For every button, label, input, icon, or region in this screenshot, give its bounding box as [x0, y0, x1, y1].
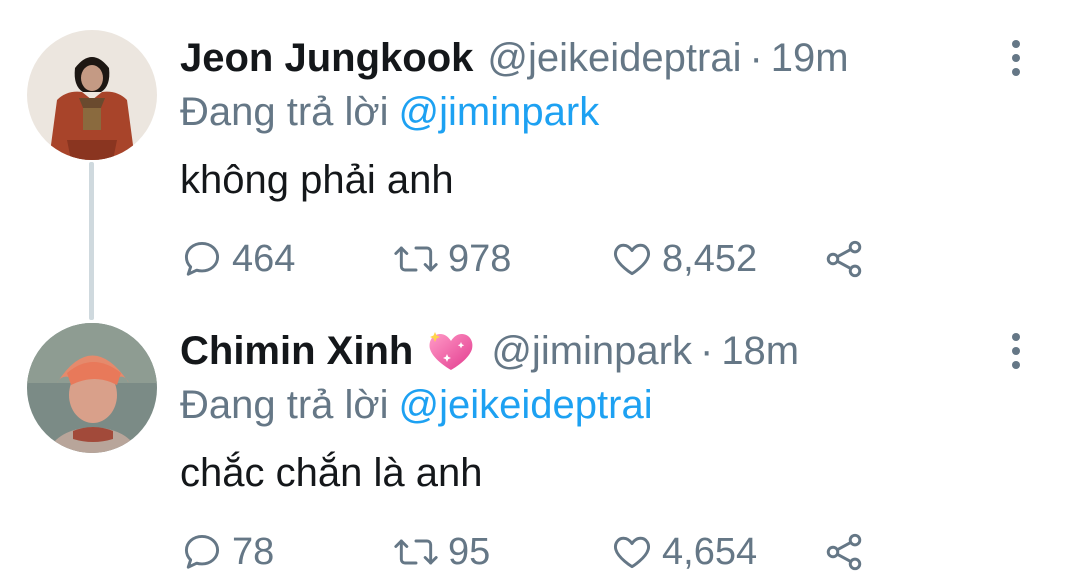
avatar-image-icon: [27, 30, 157, 160]
replying-prefix: Đang trả lời: [180, 383, 389, 427]
mention-link[interactable]: @jiminpark: [399, 90, 600, 134]
reply-button[interactable]: 464: [180, 234, 295, 284]
tweet-text: chắc chắn là anh: [180, 451, 483, 495]
tweet-actions: 78 95 4,654: [180, 527, 880, 577]
avatar[interactable]: [27, 30, 157, 160]
avatar-image-icon: [27, 323, 157, 453]
retweet-count: 95: [448, 530, 491, 573]
display-name[interactable]: Jeon Jungkook: [180, 28, 473, 88]
heart-icon: [614, 243, 650, 276]
reply-icon: [184, 534, 220, 569]
reply-count: 78: [232, 530, 275, 573]
user-handle[interactable]: @jiminpark: [491, 321, 692, 381]
retweet-button[interactable]: 978: [392, 234, 511, 284]
tweet-header: Jeon Jungkook @jeikeideptrai · 19m: [180, 28, 849, 88]
tweet[interactable]: Chimin Xinh @jiminpark · 18m Đang trả lờ…: [0, 293, 1080, 586]
tweet-text: không phải anh: [180, 158, 454, 202]
more-options-icon[interactable]: [1010, 40, 1022, 76]
like-count: 8,452: [662, 237, 758, 280]
tweet-header: Chimin Xinh @jiminpark · 18m: [180, 321, 799, 381]
share-button[interactable]: [822, 527, 866, 577]
retweet-count: 978: [448, 237, 512, 280]
mention-link[interactable]: @jeikeideptrai: [399, 383, 653, 427]
replying-to: Đang trả lời @jeikeideptrai: [180, 377, 653, 433]
share-icon: [826, 533, 862, 571]
like-count: 4,654: [662, 530, 758, 573]
like-button[interactable]: 8,452: [610, 234, 757, 284]
share-icon: [826, 240, 862, 278]
like-button[interactable]: 4,654: [610, 527, 757, 577]
reply-count: 464: [232, 237, 296, 280]
reply-icon: [184, 241, 220, 276]
more-options-icon[interactable]: [1010, 333, 1022, 369]
retweet-icon: [394, 246, 438, 272]
replying-prefix: Đang trả lời: [180, 90, 389, 134]
sparkling-heart-icon: [425, 328, 477, 374]
reply-button[interactable]: 78: [180, 527, 274, 577]
user-handle[interactable]: @jeikeideptrai: [487, 28, 741, 88]
avatar[interactable]: [27, 323, 157, 453]
display-name[interactable]: Chimin Xinh: [180, 321, 413, 381]
heart-icon: [614, 536, 650, 569]
timestamp[interactable]: 19m: [771, 28, 849, 88]
tweet[interactable]: Jeon Jungkook @jeikeideptrai · 19m Đang …: [0, 0, 1080, 293]
timestamp[interactable]: 18m: [721, 321, 799, 381]
retweet-button[interactable]: 95: [392, 527, 490, 577]
replying-to: Đang trả lời @jiminpark: [180, 84, 599, 140]
tweet-actions: 464 978 8,452: [180, 234, 880, 284]
separator-dot: ·: [699, 329, 714, 373]
share-button[interactable]: [822, 234, 866, 284]
retweet-icon: [394, 539, 438, 565]
separator-dot: ·: [749, 36, 763, 80]
